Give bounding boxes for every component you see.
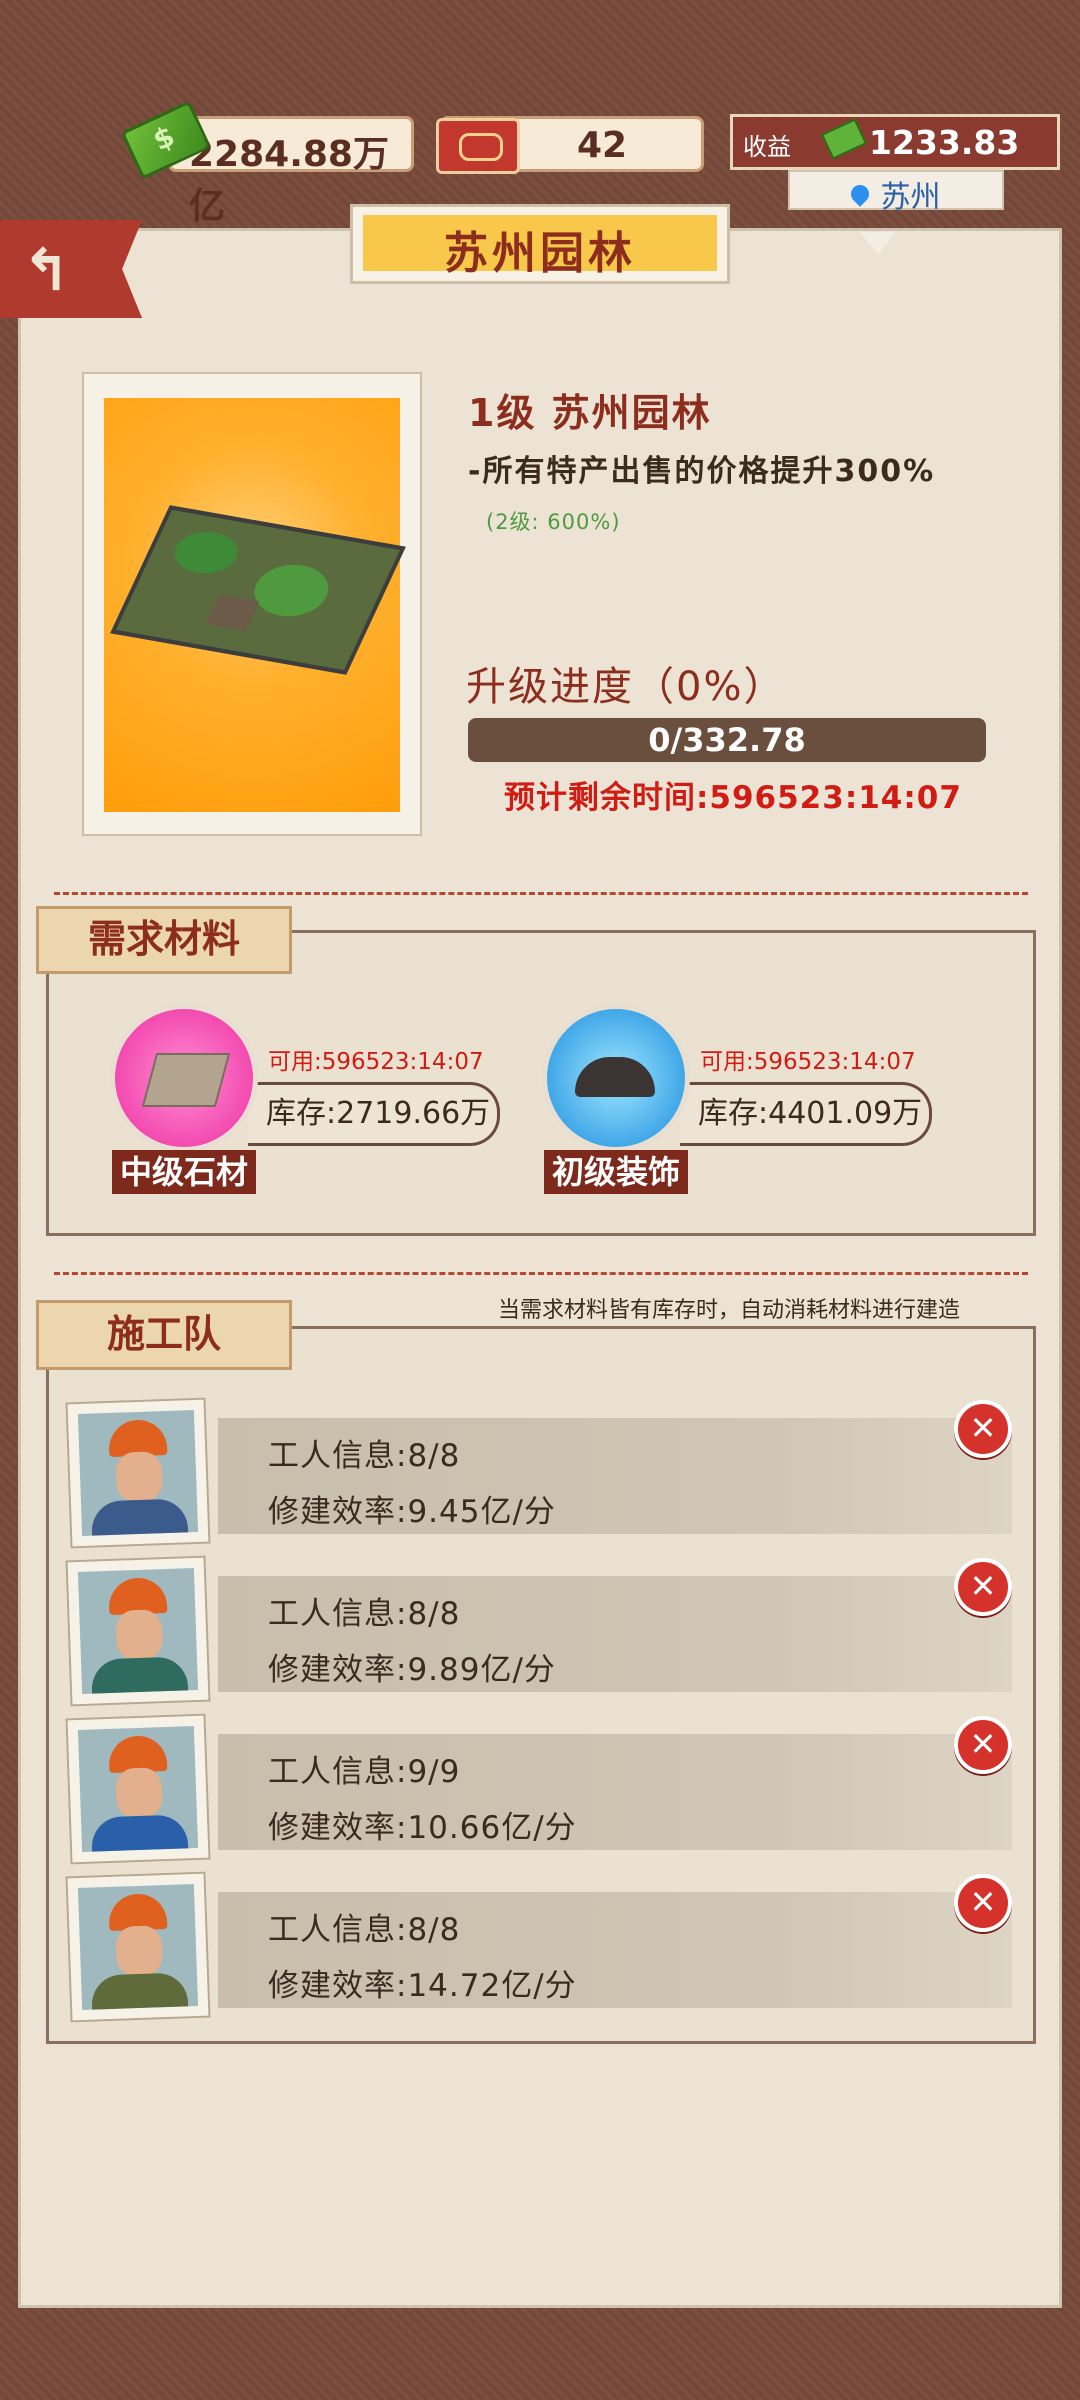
remove-worker-button[interactable]: ✕ — [954, 1400, 1012, 1458]
building-image-frame — [82, 372, 422, 836]
worker-avatar — [65, 1397, 211, 1549]
material-name: 初级装饰 — [544, 1150, 689, 1194]
title-notch-icon — [860, 232, 896, 254]
income-panel[interactable]: 收益 1233.83亿/分 — [730, 114, 1060, 208]
remove-worker-button[interactable]: ✕ — [954, 1874, 1012, 1932]
location-pin-icon — [847, 181, 874, 207]
roof-tile-icon — [542, 1004, 690, 1152]
worker-efficiency: 修建效率:9.89亿/分 — [268, 1652, 556, 1688]
title-banner: 苏州园林 — [350, 204, 730, 284]
stone-block-icon — [110, 1004, 258, 1152]
materials-section-title-text: 需求材料 — [87, 917, 240, 961]
material-name: 中级石材 — [112, 1150, 257, 1194]
worker-row[interactable]: 工人信息:8/8 修建效率:9.45亿/分 ✕ — [65, 1397, 1012, 1550]
worker-avatar — [65, 1713, 211, 1865]
worker-efficiency: 修建效率:14.72亿/分 — [268, 1968, 577, 2004]
material-stock: 库存:4401.09万 — [680, 1082, 932, 1146]
team-note: 当需求材料皆有库存时，自动消耗材料进行建造 — [498, 1298, 961, 1323]
worker-row[interactable]: 工人信息:8/8 修建效率:14.72亿/分 ✕ — [65, 1871, 1012, 2024]
building-level-name: 1级 苏州园林 — [468, 391, 712, 435]
material-available: 可用:596523:14:07 — [700, 1049, 916, 1075]
remaining-time: 预计剩余时间:596523:14:07 — [504, 780, 962, 816]
remove-worker-button[interactable]: ✕ — [954, 1716, 1012, 1774]
close-icon: ✕ — [969, 1883, 997, 1921]
building-image — [104, 398, 406, 812]
close-icon: ✕ — [969, 1409, 997, 1447]
garden-icon — [110, 505, 406, 675]
materials-section-title: 需求材料 — [36, 906, 292, 974]
upgrade-progress-label: 升级进度（0%） — [466, 664, 786, 710]
worker-info: 工人信息:8/8 — [268, 1596, 461, 1632]
worker-avatar — [65, 1871, 211, 2023]
next-level-effect: (2级: 600%) — [486, 510, 621, 534]
team-section-title: 施工队 — [36, 1300, 292, 1370]
material-stock: 库存:2719.66万 — [248, 1082, 500, 1146]
location-badge[interactable]: 苏州 — [788, 170, 1004, 215]
remove-worker-button[interactable]: ✕ — [954, 1558, 1012, 1616]
worker-avatar — [65, 1555, 211, 1707]
worker-row[interactable]: 工人信息:8/8 修建效率:9.89亿/分 ✕ — [65, 1555, 1012, 1708]
back-arrow-icon: ↰ — [22, 236, 71, 304]
ticket-icon — [436, 118, 520, 174]
worker-efficiency: 修建效率:10.66亿/分 — [268, 1810, 577, 1846]
building-effect: -所有特产出售的价格提升300% — [468, 454, 936, 489]
upgrade-progress-bar: 0/332.78 — [468, 718, 986, 762]
worker-row[interactable]: 工人信息:9/9 修建效率:10.66亿/分 ✕ — [65, 1713, 1012, 1866]
upgrade-progress-text: 0/332.78 — [648, 721, 806, 759]
team-section-title-text: 施工队 — [106, 1312, 221, 1356]
income-cash-icon — [820, 118, 868, 160]
divider — [54, 892, 1028, 895]
worker-info: 工人信息:9/9 — [268, 1754, 461, 1790]
divider — [54, 1272, 1028, 1275]
location-name: 苏州 — [880, 180, 941, 215]
worker-info: 工人信息:8/8 — [268, 1912, 461, 1948]
page-title: 苏州园林 — [444, 228, 636, 279]
close-icon: ✕ — [969, 1567, 997, 1605]
back-button[interactable]: ↰ — [0, 220, 142, 318]
worker-efficiency: 修建效率:9.45亿/分 — [268, 1494, 556, 1530]
close-icon: ✕ — [969, 1725, 997, 1763]
material-available: 可用:596523:14:07 — [268, 1049, 484, 1075]
worker-info: 工人信息:8/8 — [268, 1438, 461, 1474]
income-label: 收益 — [743, 133, 791, 161]
